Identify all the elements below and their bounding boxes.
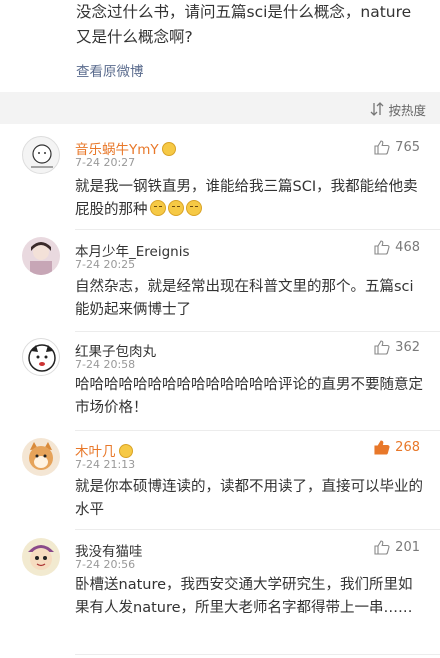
post-text: 没念过什么书，请问五篇sci是什么概念，nature又是什么概念啊? (76, 3, 412, 46)
comment-text: 卧槽送nature，我西安交通大学研究生，我们所里如果有人发nature，所里大… (75, 577, 413, 616)
divider (75, 654, 440, 655)
comment-text: 哈哈哈哈哈哈哈哈哈哈哈哈哈哈评论的直男不要随意定市场价格！ (75, 377, 423, 416)
like-count: 201 (395, 540, 420, 555)
thumbs-up-icon (374, 140, 390, 155)
thumbs-up-icon (374, 540, 390, 555)
comment-item: 音乐蜗牛YmY 7-24 20:27 765 就是我一钢铁直男，谁能给我三篇SC… (0, 130, 440, 230)
comment-time: 7-24 20:58 (75, 358, 136, 371)
avatar[interactable] (22, 538, 60, 576)
comment-text: 自然杂志，就是经常出现在科普文里的那个。五篇sci能奶起来俩博士了 (75, 279, 414, 318)
comment-item: 我没有猫哇 7-24 20:56 201 卧槽送nature，我西安交通大学研究… (0, 530, 440, 658)
comment-text: 就是我一钢铁直男，谁能给我三篇SCI，我都能给他卖屁股的那种 (75, 179, 418, 218)
vip-badge-icon (161, 142, 176, 156)
sort-label: 按热度 (388, 102, 426, 118)
avatar[interactable] (22, 338, 60, 376)
emoji-icon (149, 200, 166, 216)
comment-item: 红果子包肉丸 7-24 20:58 362 哈哈哈哈哈哈哈哈哈哈哈哈哈哈评论的直… (0, 332, 440, 432)
comment-username[interactable]: 红果子包肉丸 (75, 340, 156, 360)
vip-badge-icon (118, 444, 133, 458)
emoji-icon (185, 200, 202, 216)
avatar[interactable] (22, 136, 60, 174)
comment-time: 7-24 21:13 (75, 458, 136, 471)
like-button[interactable]: 268 (374, 440, 420, 455)
sort-toggle[interactable]: 按热度 (370, 100, 426, 118)
like-count: 765 (395, 140, 420, 155)
comment-username[interactable]: 音乐蜗牛YmY (75, 138, 176, 158)
like-count: 468 (395, 240, 420, 255)
like-button[interactable]: 201 (374, 540, 420, 555)
view-original-link[interactable]: 查看原微博 (76, 60, 144, 80)
thumbs-up-icon (374, 240, 390, 255)
like-button[interactable]: 468 (374, 240, 420, 255)
sort-icon (371, 102, 384, 116)
avatar[interactable] (22, 438, 60, 476)
comment-username[interactable]: 木叶几 (75, 440, 133, 460)
comment-text: 就是你本硕博连读的，读都不用读了，直接可以毕业的水平 (75, 479, 423, 518)
comment-time: 7-24 20:25 (75, 258, 136, 271)
thumbs-up-icon (374, 340, 390, 355)
like-count: 268 (395, 440, 420, 455)
like-count: 362 (395, 340, 420, 355)
like-button[interactable]: 362 (374, 340, 420, 355)
comment-username[interactable]: 我没有猫哇 (75, 540, 143, 560)
post-card: 没念过什么书，请问五篇sci是什么概念，nature又是什么概念啊? 查看原微博 (0, 0, 440, 92)
comment-time: 7-24 20:27 (75, 156, 136, 169)
comment-item: 木叶几 7-24 21:13 268 就是你本硕博连读的，读都不用读了，直接可以… (0, 430, 440, 530)
comment-username[interactable]: 本月少年_Ereignis (75, 240, 190, 260)
comment-time: 7-24 20:56 (75, 558, 136, 571)
emoji-icon (167, 200, 184, 216)
avatar[interactable] (22, 237, 60, 275)
comment-item: 本月少年_Ereignis 7-24 20:25 468 自然杂志，就是经常出现… (0, 230, 440, 334)
like-button[interactable]: 765 (374, 140, 420, 155)
thumbs-up-filled-icon (374, 440, 390, 455)
